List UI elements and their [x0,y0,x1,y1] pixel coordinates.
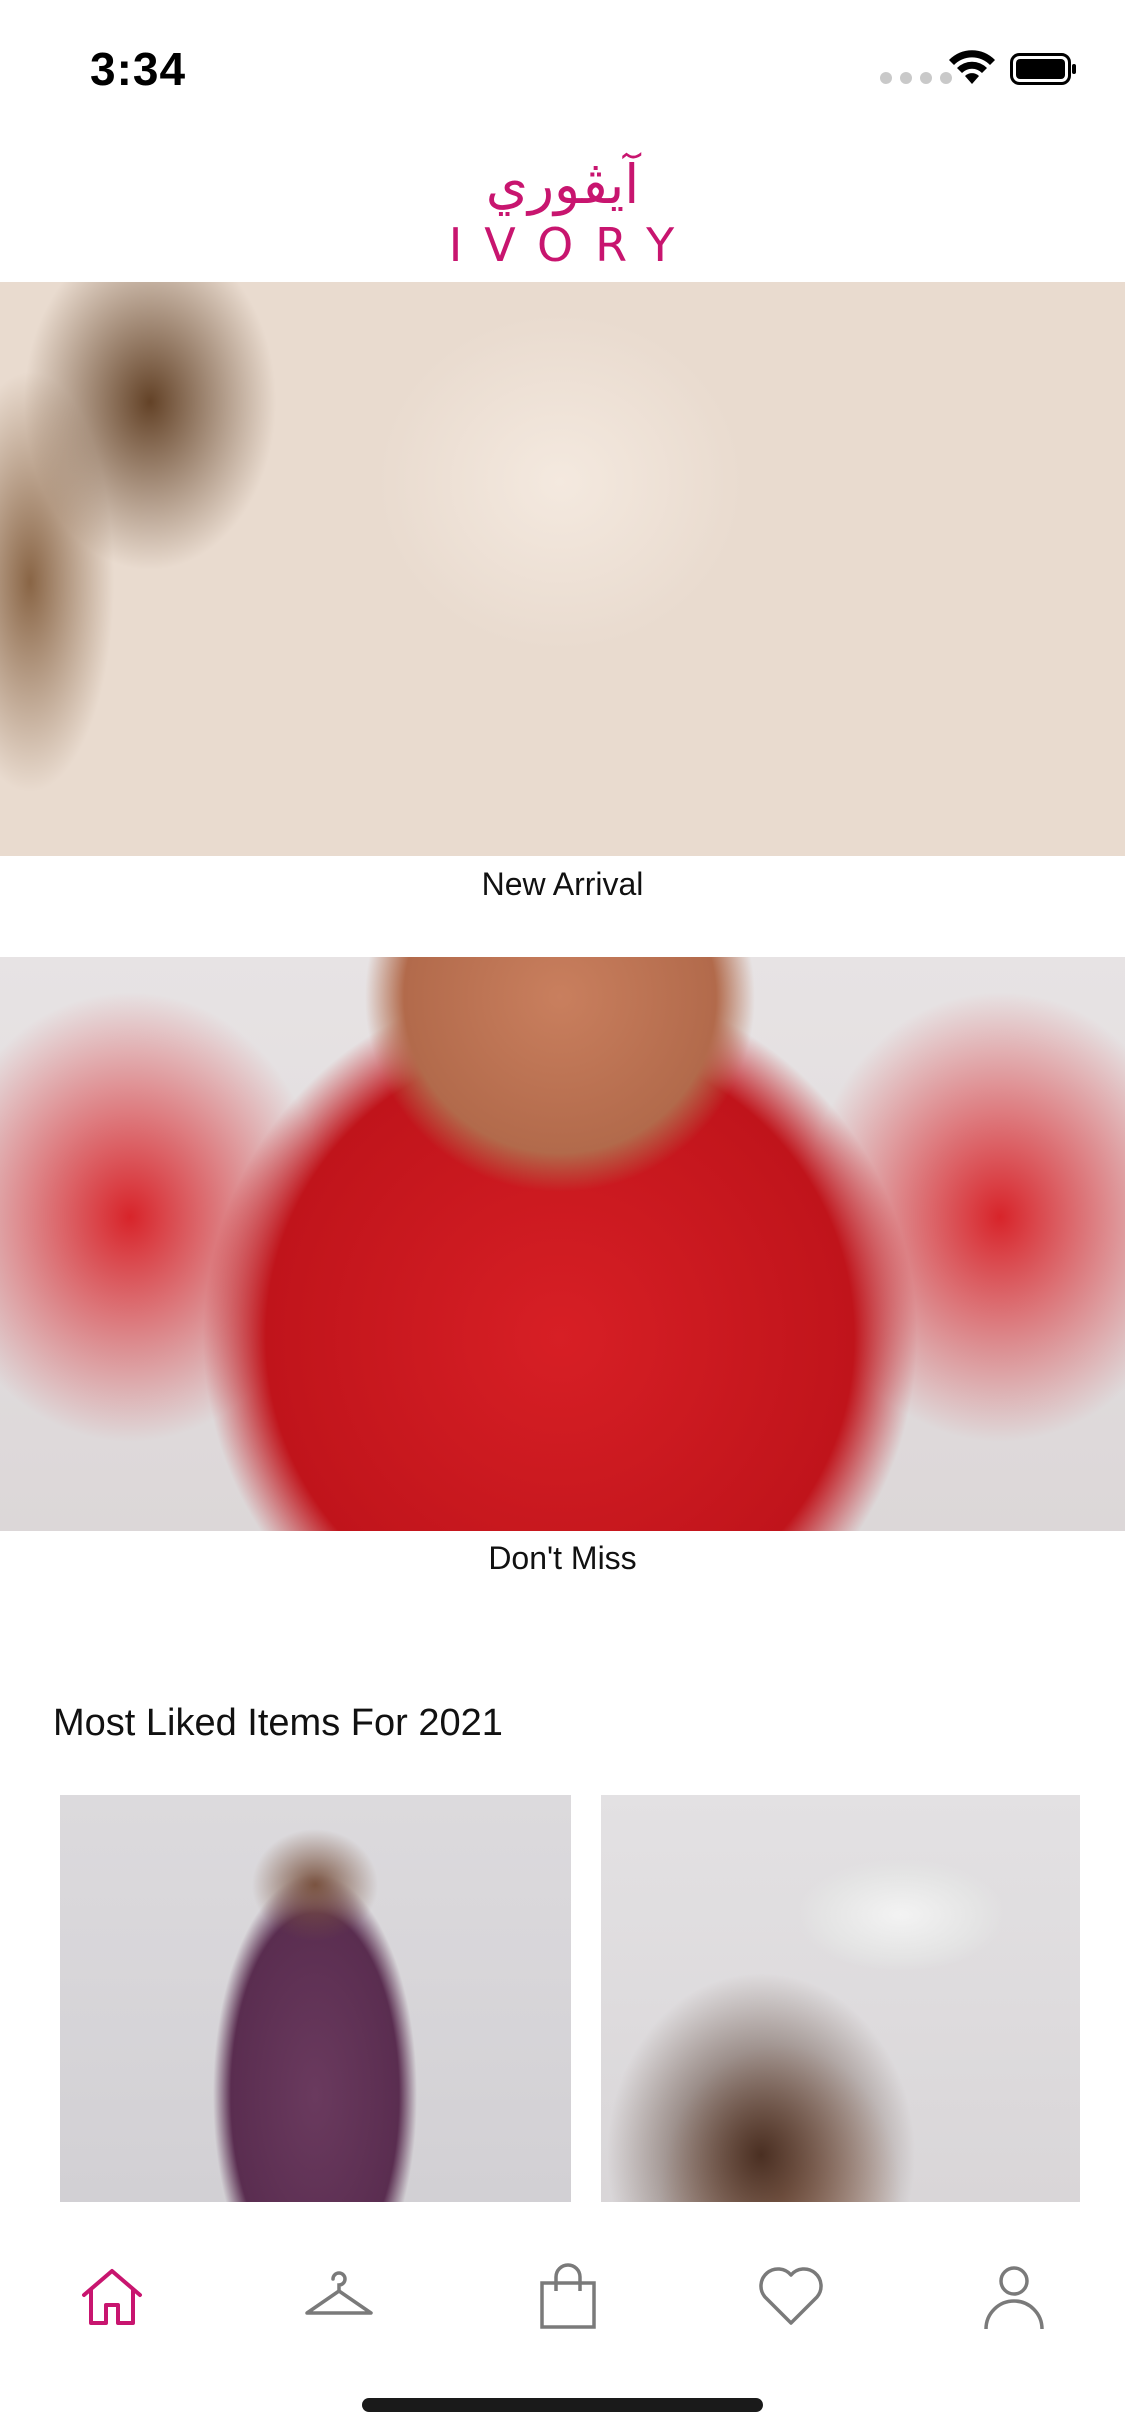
logo-arabic: آيڤوري [485,153,640,216]
tab-catalog[interactable] [299,2257,379,2337]
home-icon [82,2269,142,2325]
dont-miss-caption[interactable]: Don't Miss [0,1540,1125,1577]
status-time: 3:34 [90,43,187,95]
dont-miss-banner[interactable] [0,957,1125,1531]
new-arrival-caption[interactable]: New Arrival [0,866,1125,903]
tab-account[interactable] [974,2257,1054,2337]
user-icon [984,2266,1044,2330]
tab-favorites[interactable] [751,2257,831,2337]
cellular-signal-icon [880,72,952,84]
shopping-bag-icon [540,2263,596,2329]
brand-logo[interactable]: آيڤوري IVORY [0,150,1125,280]
hanger-icon [305,2271,373,2315]
logo-latin: IVORY [448,218,697,272]
battery-icon [1010,53,1076,85]
tab-bag[interactable] [528,2257,608,2337]
home-indicator[interactable] [362,2398,763,2412]
home-screen: 3:34 آيڤوري IVORY New Arrival Don't Miss… [0,0,1125,2436]
wifi-icon [949,50,995,84]
heart-icon [759,2267,823,2325]
new-arrival-banner[interactable] [0,282,1125,856]
most-liked-title: Most Liked Items For 2021 [53,1702,503,1744]
status-bar: 3:34 [0,0,1125,135]
product-card-headband[interactable] [601,1795,1080,2202]
product-card-robe[interactable] [60,1795,571,2202]
tab-home[interactable] [72,2257,152,2337]
